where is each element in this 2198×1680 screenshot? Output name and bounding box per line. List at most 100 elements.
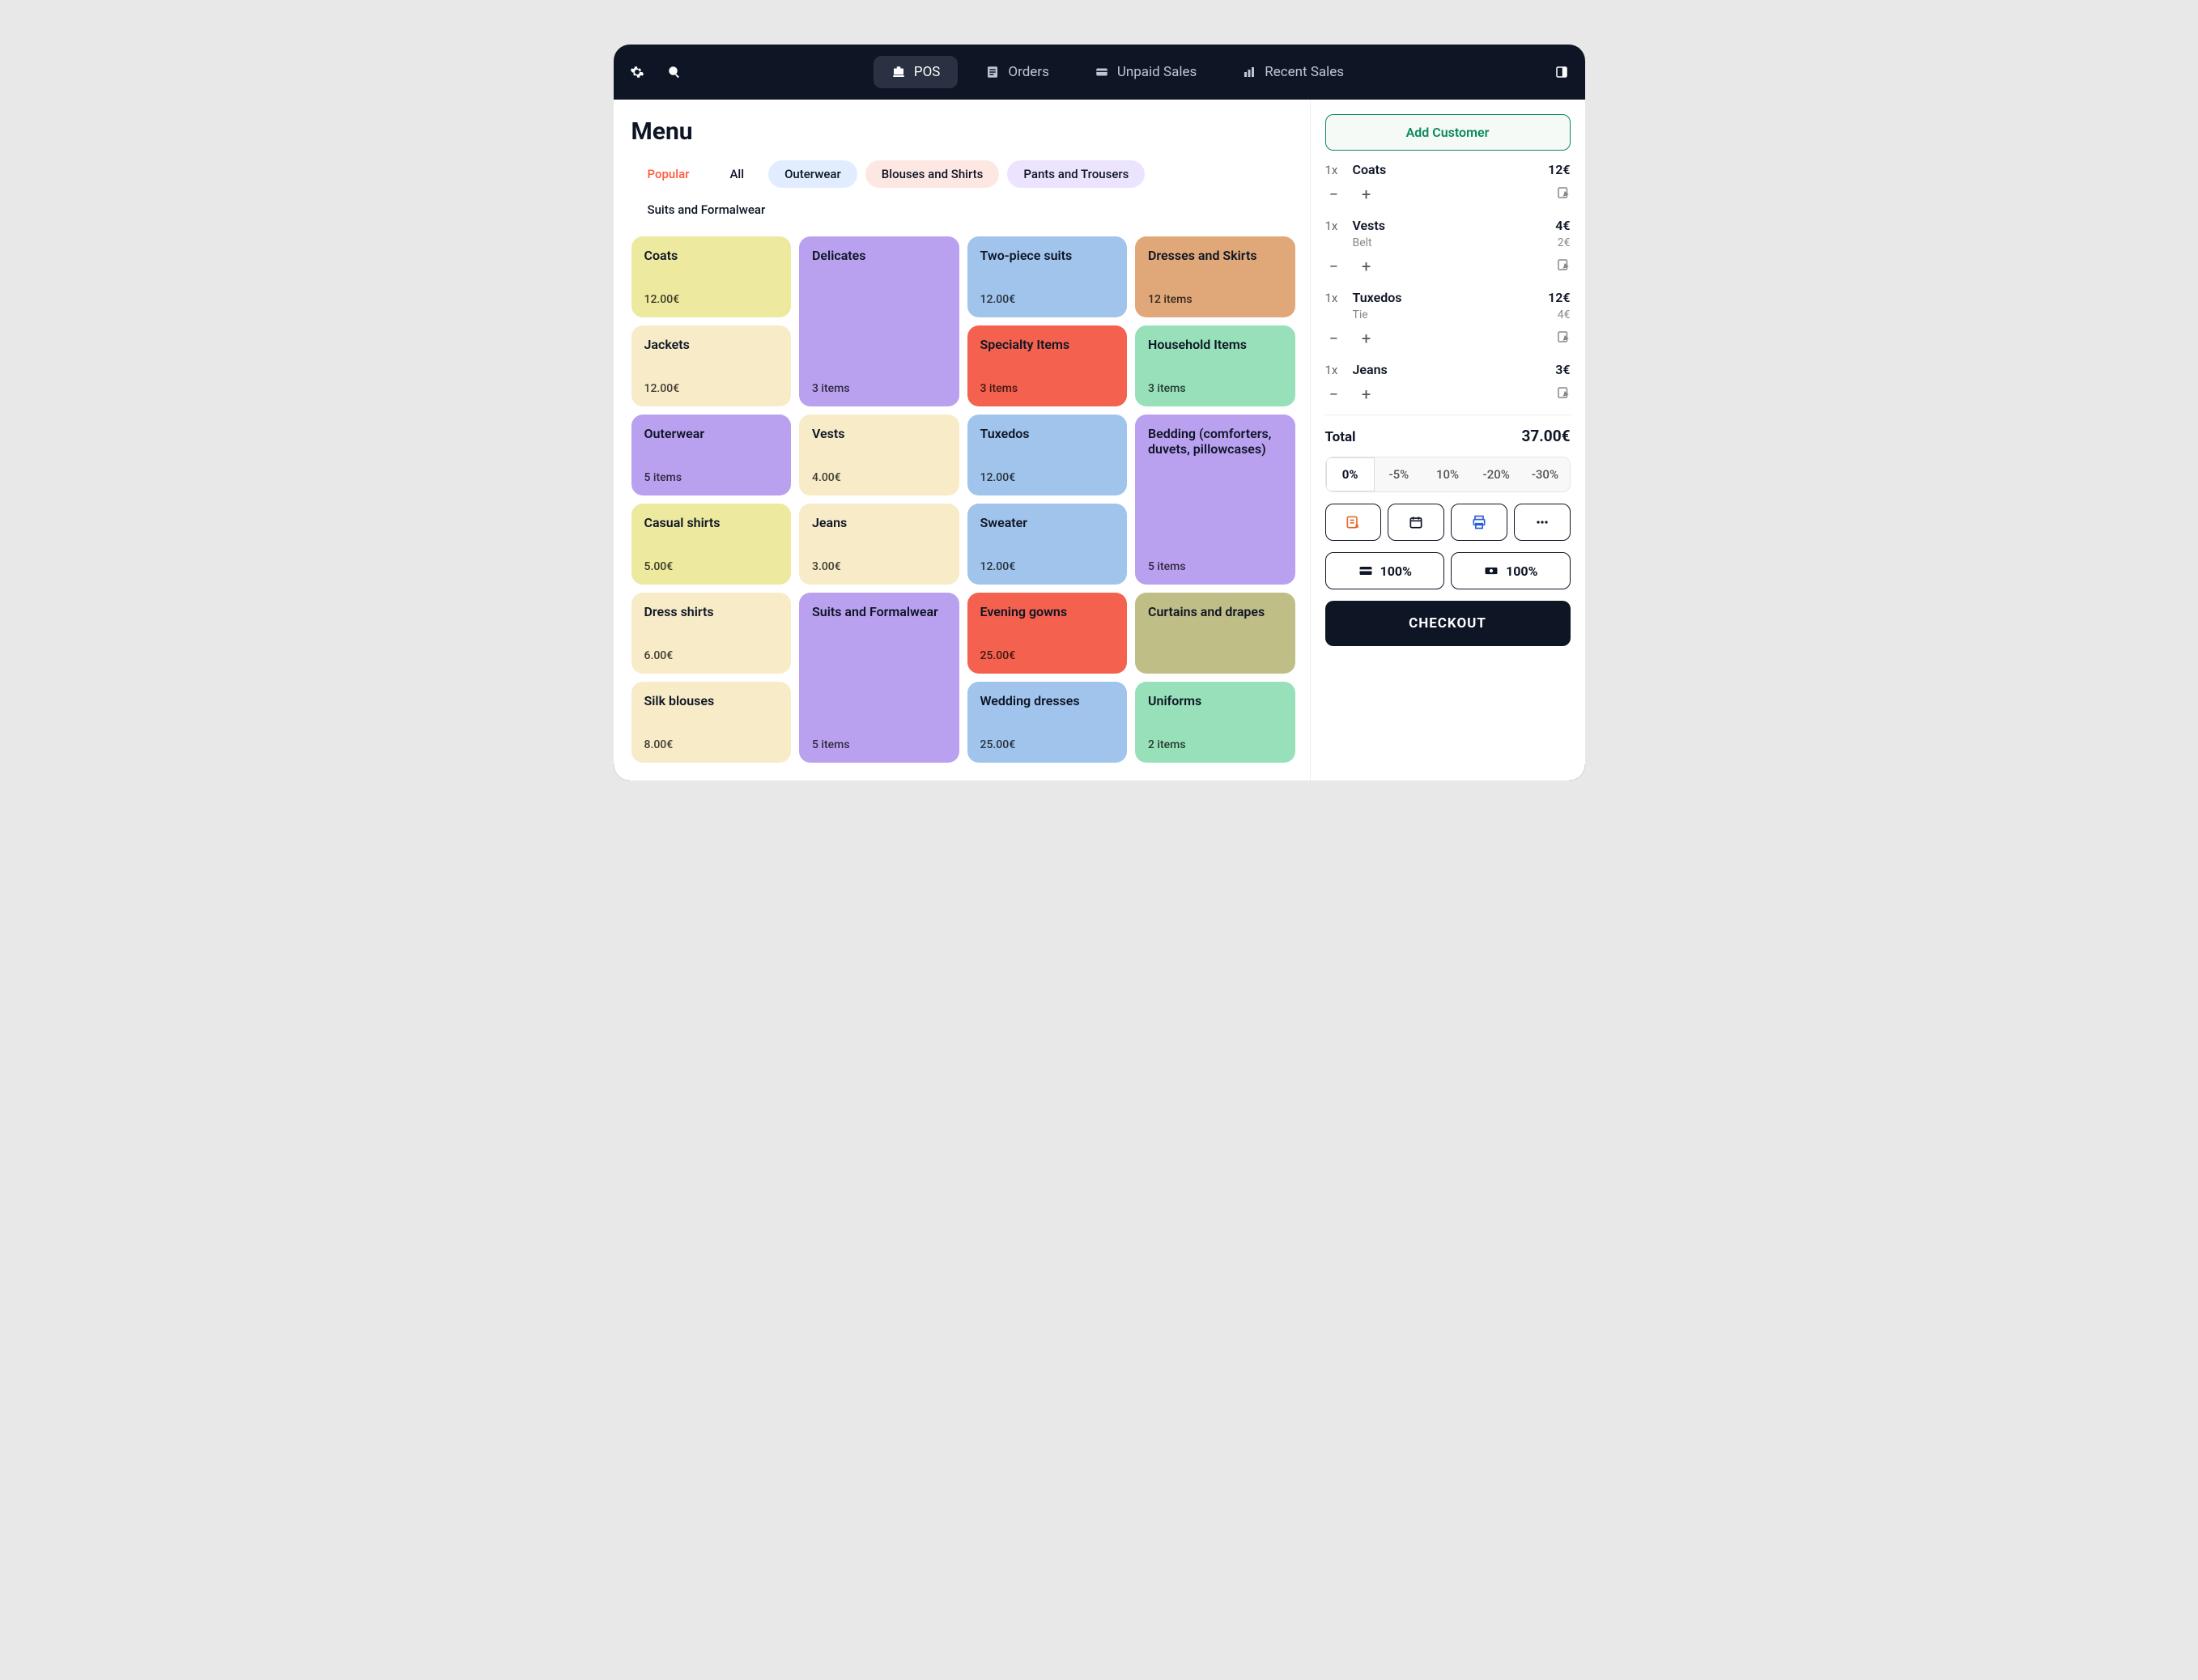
filter-chip[interactable]: All xyxy=(713,160,760,188)
discount-option[interactable]: -20% xyxy=(1472,457,1520,491)
tile-title: Suits and Formalwear xyxy=(812,604,946,619)
tile-title: Specialty Items xyxy=(980,337,1115,352)
tile-meta: 25.00€ xyxy=(980,738,1115,751)
total-label: Total xyxy=(1325,429,1356,445)
product-tile[interactable]: Coats12.00€ xyxy=(631,236,792,317)
product-tile[interactable]: Outerwear5 items xyxy=(631,415,792,495)
cart-item: 1xCoats12€−+ xyxy=(1325,162,1571,203)
tile-title: Sweater xyxy=(980,515,1115,530)
cart-item-price: 4€ xyxy=(1555,218,1570,233)
filter-chip[interactable]: Suits and Formalwear xyxy=(631,196,782,223)
product-tile[interactable]: Dresses and Skirts12 items xyxy=(1135,236,1295,317)
discount-option[interactable]: -5% xyxy=(1375,457,1423,491)
card-icon xyxy=(1358,563,1374,579)
pay-card-label: 100% xyxy=(1380,564,1412,579)
qty-decrease-button[interactable]: − xyxy=(1325,330,1343,347)
card-icon xyxy=(1095,65,1109,79)
discount-option[interactable]: 10% xyxy=(1423,457,1472,491)
cart-item-name: Coats xyxy=(1353,162,1541,177)
search-icon[interactable] xyxy=(667,65,682,79)
qty-increase-button[interactable]: + xyxy=(1358,385,1375,403)
nav-recent[interactable]: Recent Sales xyxy=(1224,56,1362,88)
edit-item-button[interactable] xyxy=(1556,385,1571,403)
checkout-button[interactable]: CHECKOUT xyxy=(1325,601,1571,646)
tile-title: Bedding (comforters, duvets, pillowcases… xyxy=(1148,426,1282,457)
edit-item-button[interactable] xyxy=(1556,257,1571,275)
filter-chip[interactable]: Popular xyxy=(631,160,706,188)
filter-chip[interactable]: Blouses and Shirts xyxy=(865,160,1000,188)
cash-icon xyxy=(1483,563,1499,579)
tile-meta: 25.00€ xyxy=(980,649,1115,662)
product-tile[interactable]: Sweater 12.00€ xyxy=(967,504,1128,585)
filter-chip[interactable]: Pants and Trousers xyxy=(1007,160,1145,188)
tile-title: Coats xyxy=(644,248,779,263)
product-tile[interactable]: Jeans3.00€ xyxy=(799,504,959,585)
qty-increase-button[interactable]: + xyxy=(1358,257,1375,275)
nav-unpaid[interactable]: Unpaid Sales xyxy=(1077,56,1214,88)
note-button[interactable] xyxy=(1325,504,1382,541)
tile-meta: 12.00€ xyxy=(644,382,779,395)
pay-cash-button[interactable]: 100% xyxy=(1451,552,1571,589)
product-tile[interactable]: Evening gowns 25.00€ xyxy=(967,593,1128,674)
qty-decrease-button[interactable]: − xyxy=(1325,385,1343,403)
discount-option[interactable]: -30% xyxy=(1520,457,1569,491)
qty-decrease-button[interactable]: − xyxy=(1325,257,1343,275)
tile-title: Uniforms xyxy=(1148,693,1282,708)
tile-meta: 5.00€ xyxy=(644,560,779,573)
cart-item-price: 12€ xyxy=(1548,162,1570,177)
product-tile[interactable]: Vests4.00€ xyxy=(799,415,959,495)
cart-subitem-price: 4€ xyxy=(1558,308,1571,321)
tile-meta: 12 items xyxy=(1148,293,1282,306)
tile-title: Outerwear xyxy=(644,426,779,441)
product-tile[interactable]: Suits and Formalwear 5 items xyxy=(799,593,959,763)
tile-meta: 12.00€ xyxy=(980,560,1115,573)
gear-icon[interactable] xyxy=(630,65,644,79)
product-tile[interactable]: Dress shirts6.00€ xyxy=(631,593,792,674)
print-button[interactable] xyxy=(1451,504,1507,541)
nav-pos[interactable]: POS xyxy=(874,56,959,88)
tile-title: Two-piece suits xyxy=(980,248,1115,263)
product-tile[interactable]: Delicates3 items xyxy=(799,236,959,406)
list-icon xyxy=(985,65,1000,79)
tile-meta: 8.00€ xyxy=(644,738,779,751)
filter-chip[interactable]: Outerwear xyxy=(768,160,857,188)
nav-orders[interactable]: Orders xyxy=(967,56,1066,88)
qty-increase-button[interactable]: + xyxy=(1358,185,1375,203)
product-tile[interactable]: Casual shirts5.00€ xyxy=(631,504,792,585)
cart-items: 1xCoats12€−+1xVests4€Belt2€−+1xTuxedos12… xyxy=(1325,162,1571,403)
panel-toggle-icon[interactable] xyxy=(1554,65,1569,79)
product-tile[interactable]: Jackets12.00€ xyxy=(631,325,792,406)
discount-option[interactable]: 0% xyxy=(1326,457,1375,491)
add-customer-button[interactable]: Add Customer xyxy=(1325,114,1571,151)
tile-title: Evening gowns xyxy=(980,604,1115,619)
product-tile[interactable]: Bedding (comforters, duvets, pillowcases… xyxy=(1135,415,1295,585)
qty-increase-button[interactable]: + xyxy=(1358,330,1375,347)
pay-card-button[interactable]: 100% xyxy=(1325,552,1445,589)
tile-meta: 5 items xyxy=(812,738,946,751)
tile-title: Wedding dresses xyxy=(980,693,1115,708)
edit-item-button[interactable] xyxy=(1556,185,1571,203)
tile-meta: 3 items xyxy=(980,382,1115,395)
calendar-button[interactable] xyxy=(1388,504,1444,541)
edit-item-button[interactable] xyxy=(1556,330,1571,347)
cart-qty: 1x xyxy=(1325,363,1345,377)
tile-title: Dress shirts xyxy=(644,604,779,619)
more-button[interactable] xyxy=(1514,504,1571,541)
product-tile[interactable]: Wedding dresses 25.00€ xyxy=(967,682,1128,763)
tile-meta: 3 items xyxy=(1148,382,1282,395)
product-tile[interactable]: Uniforms2 items xyxy=(1135,682,1295,763)
total-row: Total 37.00€ xyxy=(1325,427,1571,445)
qty-decrease-button[interactable]: − xyxy=(1325,185,1343,203)
cart-subitem-name: Tie xyxy=(1353,308,1550,321)
tile-title: Vests xyxy=(812,426,946,441)
product-tile[interactable]: Two-piece suits12.00€ xyxy=(967,236,1128,317)
product-tile[interactable]: Household Items3 items xyxy=(1135,325,1295,406)
nav-recent-label: Recent Sales xyxy=(1265,64,1344,80)
product-tile[interactable]: Tuxedos12.00€ xyxy=(967,415,1128,495)
printer-icon xyxy=(1471,514,1487,530)
cart-item: 1xVests4€Belt2€−+ xyxy=(1325,218,1571,275)
menu-panel: Menu PopularAllOuterwearBlouses and Shir… xyxy=(614,100,1310,780)
product-tile[interactable]: Specialty Items 3 items xyxy=(967,325,1128,406)
product-tile[interactable]: Silk blouses8.00€ xyxy=(631,682,792,763)
product-tile[interactable]: Curtains and drapes xyxy=(1135,593,1295,674)
